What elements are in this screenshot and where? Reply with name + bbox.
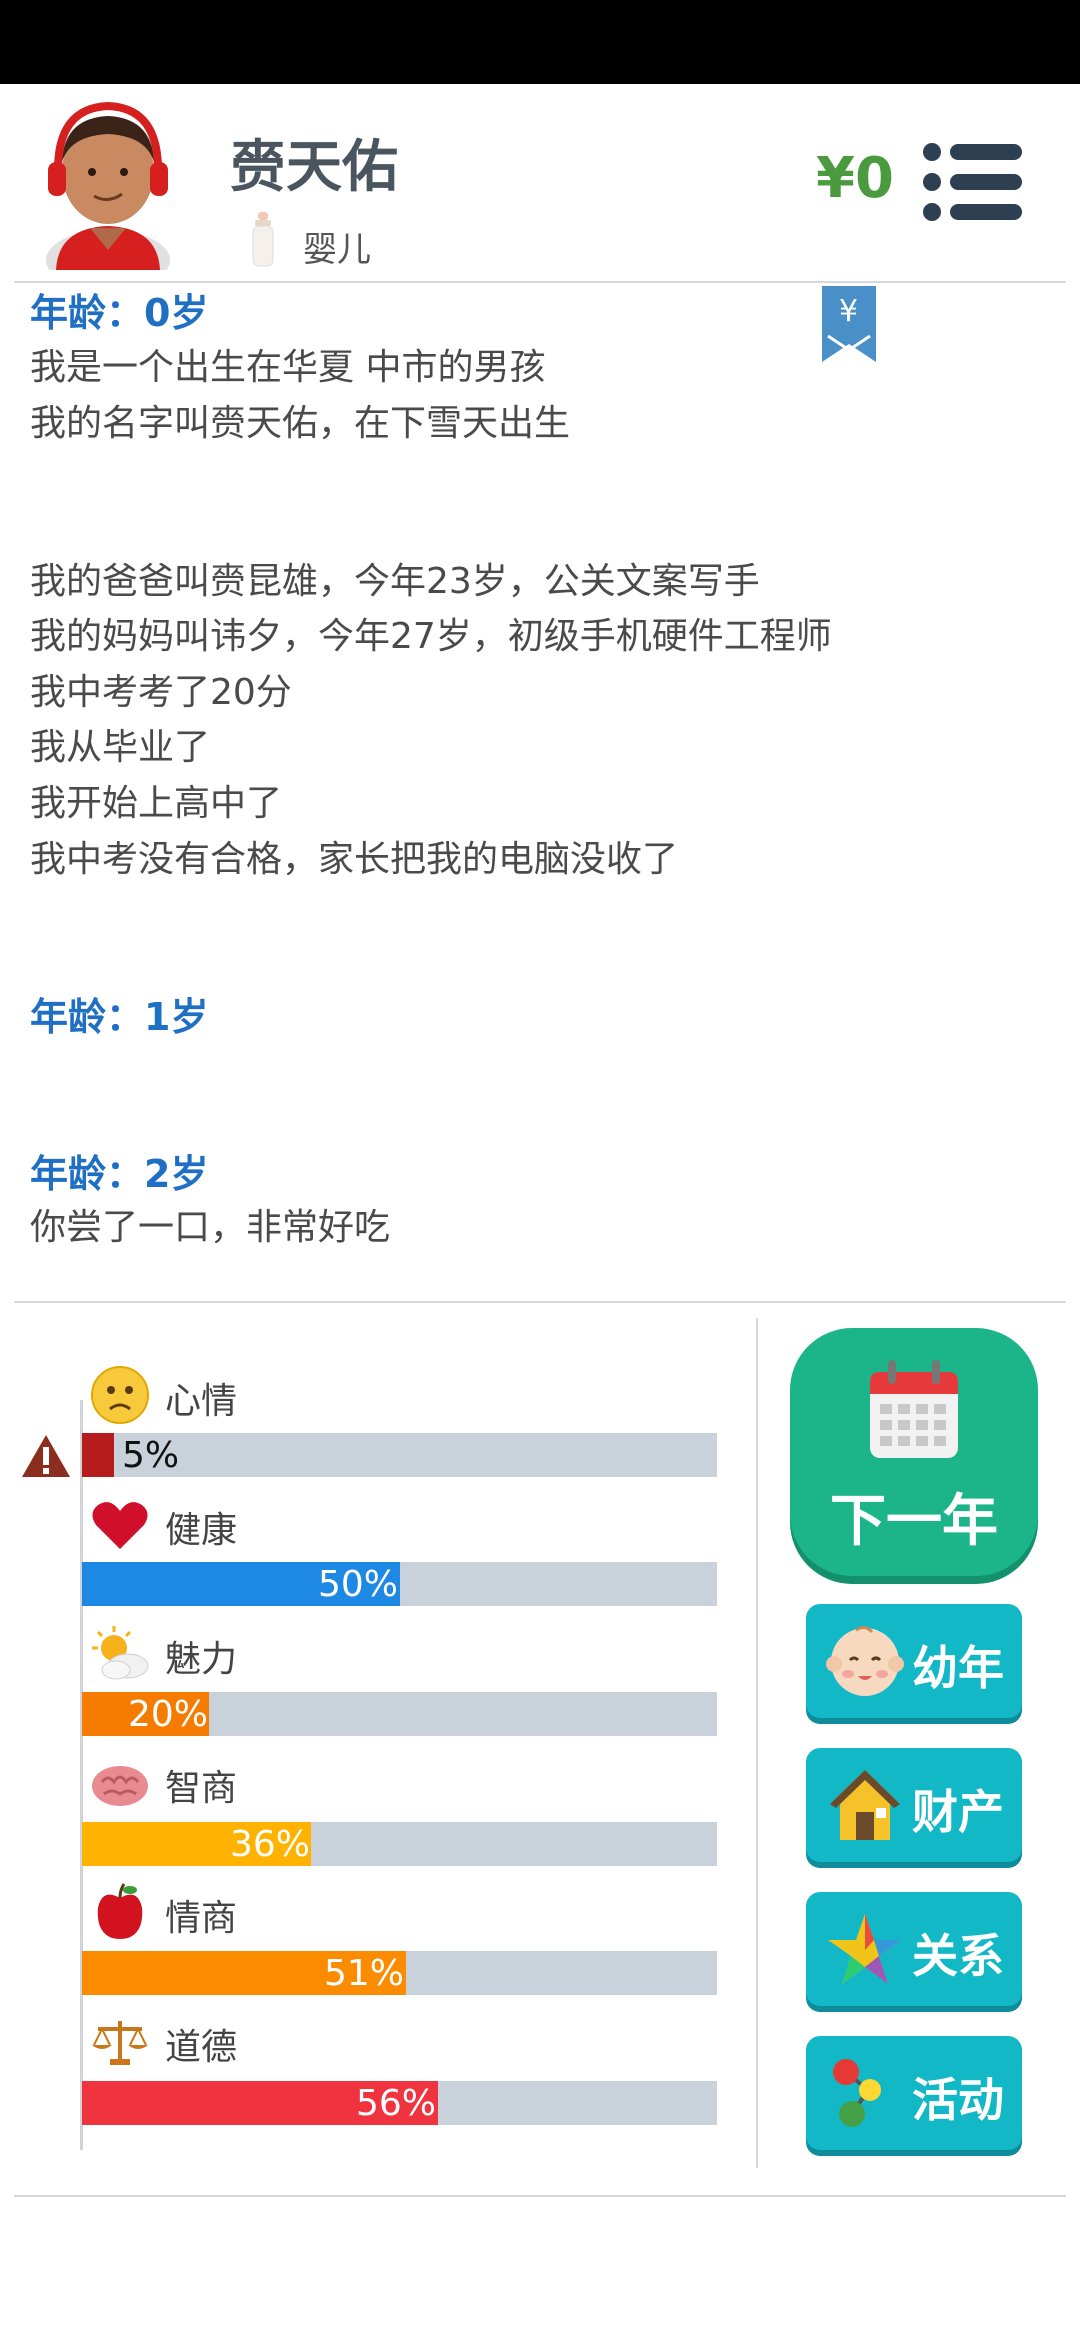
stat-label-iq: 智商 [165,1768,238,1809]
character-name: 赍天佑 [230,135,398,200]
calendar-icon [870,1360,958,1458]
assets-button[interactable]: 财产 [806,1748,1022,1862]
assets-label: 财产 [912,1785,1004,1839]
stat-label-mood: 心情 [165,1381,238,1422]
sad-face-icon [91,1366,149,1424]
log-line: 我从毕业了 [30,727,211,768]
baby-face-icon [826,1625,904,1696]
next-year-button[interactable]: 下一年 [790,1328,1038,1576]
status-bar [0,0,1080,84]
stat-bar-morality: 56% [82,2081,717,2125]
stat-percent: 50% [318,1564,399,1605]
stat-label-eq: 情商 [165,1898,238,1939]
log-line: 你尝了一口，非常好吃 [30,1207,391,1248]
log-divider [14,1301,1066,1303]
stats-axis-line [80,1400,83,2150]
relations-button[interactable]: 关系 [806,1892,1022,2006]
profile-header: 赍天佑 婴儿 ¥0 [0,84,1080,282]
life-stage-label: 婴儿 [303,230,371,270]
stat-label-charm: 魅力 [165,1639,238,1680]
stat-bar-eq: 51% [82,1951,717,1995]
baby-bottle-icon [252,212,274,267]
heart-icon [92,1502,148,1549]
log-line: 我开始上高中了 [30,783,283,824]
age-heading: 年龄：2岁 [30,1152,209,1196]
menu-list-icon[interactable] [922,142,1024,222]
sun-cloud-icon [92,1626,149,1680]
stat-percent: 51% [324,1953,405,1994]
bookmark-symbol: ¥ [839,294,859,329]
avatar[interactable] [38,100,178,270]
activities-label: 活动 [912,2073,1004,2127]
age-heading: 年龄：0岁 [30,291,209,335]
brain-icon [92,1766,148,1806]
stat-bar-iq: 36% [82,1822,717,1866]
house-icon [830,1770,900,1840]
money-amount: ¥0 [816,146,894,211]
log-line: 我中考考了20分 [30,672,292,713]
activities-button[interactable]: 活动 [806,2036,1022,2150]
stat-label-health: 健康 [165,1510,238,1551]
stat-percent: 56% [356,2083,437,2124]
log-line: 我的妈妈叫讳夕，今年27岁，初级手机硬件工程师 [30,616,832,657]
star-icon [828,1914,902,1984]
childhood-button[interactable]: 幼年 [806,1604,1022,1718]
relations-label: 关系 [912,1929,1004,1983]
stat-percent: 5% [122,1435,180,1476]
bookmark-ribbon[interactable]: ¥ [822,286,876,362]
log-line: 我中考没有合格，家长把我的电脑没收了 [30,839,679,880]
warning-icon [22,1435,70,1477]
scales-icon [92,2021,148,2065]
childhood-label: 幼年 [912,1641,1004,1695]
stat-bar-mood: 5% [82,1433,717,1477]
stat-percent: 20% [128,1694,209,1735]
bottom-divider [14,2195,1066,2197]
age-heading: 年龄：1岁 [30,995,209,1039]
stat-percent: 36% [230,1824,311,1865]
log-line: 我是一个出生在华夏 中市的男孩 [30,347,546,388]
stat-label-morality: 道德 [165,2027,238,2068]
stat-fill [82,1433,114,1477]
log-line: 我的爸爸叫赍昆雄，今年23岁，公关文案写手 [30,561,760,602]
log-line: 我的名字叫赍天佑，在下雪天出生 [30,403,571,444]
panel-divider [756,1318,758,2168]
molecule-icon [833,2059,881,2127]
stat-bar-charm: 20% [82,1692,717,1736]
next-year-label: 下一年 [830,1489,998,1554]
apple-icon [97,1883,143,1939]
stat-bar-health: 50% [82,1562,717,1606]
